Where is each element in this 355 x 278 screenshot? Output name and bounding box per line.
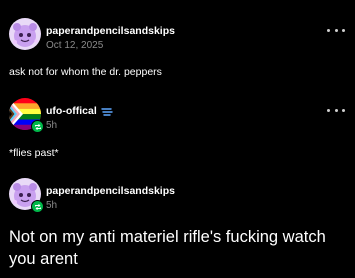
- reblog-thread: paperandpencilsandskips Oct 12, 2025 ask…: [0, 0, 355, 278]
- dot-icon: [327, 28, 330, 32]
- more-options-button[interactable]: [327, 23, 345, 37]
- more-options-button[interactable]: [327, 103, 345, 117]
- dot-icon: [342, 108, 345, 112]
- post-header: paperandpencilsandskips Oct 12, 2025: [0, 18, 355, 58]
- post-meta: ufo-offical 5h: [46, 101, 113, 132]
- avatar[interactable]: [9, 18, 41, 50]
- dot-icon: [334, 28, 338, 32]
- username-link[interactable]: paperandpencilsandskips: [46, 25, 175, 38]
- username: paperandpencilsandskips: [46, 25, 175, 37]
- post-meta: paperandpencilsandskips 5h: [46, 181, 175, 212]
- post-original: paperandpencilsandskips Oct 12, 2025 ask…: [0, 18, 355, 79]
- dot-icon: [334, 108, 338, 112]
- post-reblog: paperandpencilsandskips 5h Not on my ant…: [0, 178, 355, 270]
- post-text: Not on my anti materiel rifle's fucking …: [9, 228, 326, 268]
- username-link[interactable]: paperandpencilsandskips: [46, 185, 175, 198]
- timestamp[interactable]: 5h: [46, 200, 175, 212]
- reblog-icon: [31, 120, 44, 133]
- purple-creature-avatar-icon: [9, 18, 41, 50]
- username-link[interactable]: ufo-offical: [46, 105, 113, 118]
- wing-badge-icon: [101, 107, 113, 117]
- username: paperandpencilsandskips: [46, 185, 175, 197]
- post-header: ufo-offical 5h: [0, 98, 355, 138]
- avatar[interactable]: [9, 178, 44, 213]
- timestamp[interactable]: 5h: [46, 120, 113, 132]
- post-text: ask not for whom the dr. peppers: [9, 66, 162, 78]
- post-meta: paperandpencilsandskips Oct 12, 2025: [46, 21, 175, 52]
- dot-icon: [327, 108, 330, 112]
- post-reblog: ufo-offical 5h *flies past*: [0, 98, 355, 160]
- post-header: paperandpencilsandskips 5h: [0, 178, 355, 218]
- dot-icon: [342, 28, 345, 32]
- timestamp[interactable]: Oct 12, 2025: [46, 40, 175, 52]
- post-text: *flies past*: [9, 147, 59, 159]
- username: ufo-offical: [46, 105, 97, 117]
- reblog-icon: [31, 200, 44, 213]
- avatar[interactable]: [9, 98, 44, 133]
